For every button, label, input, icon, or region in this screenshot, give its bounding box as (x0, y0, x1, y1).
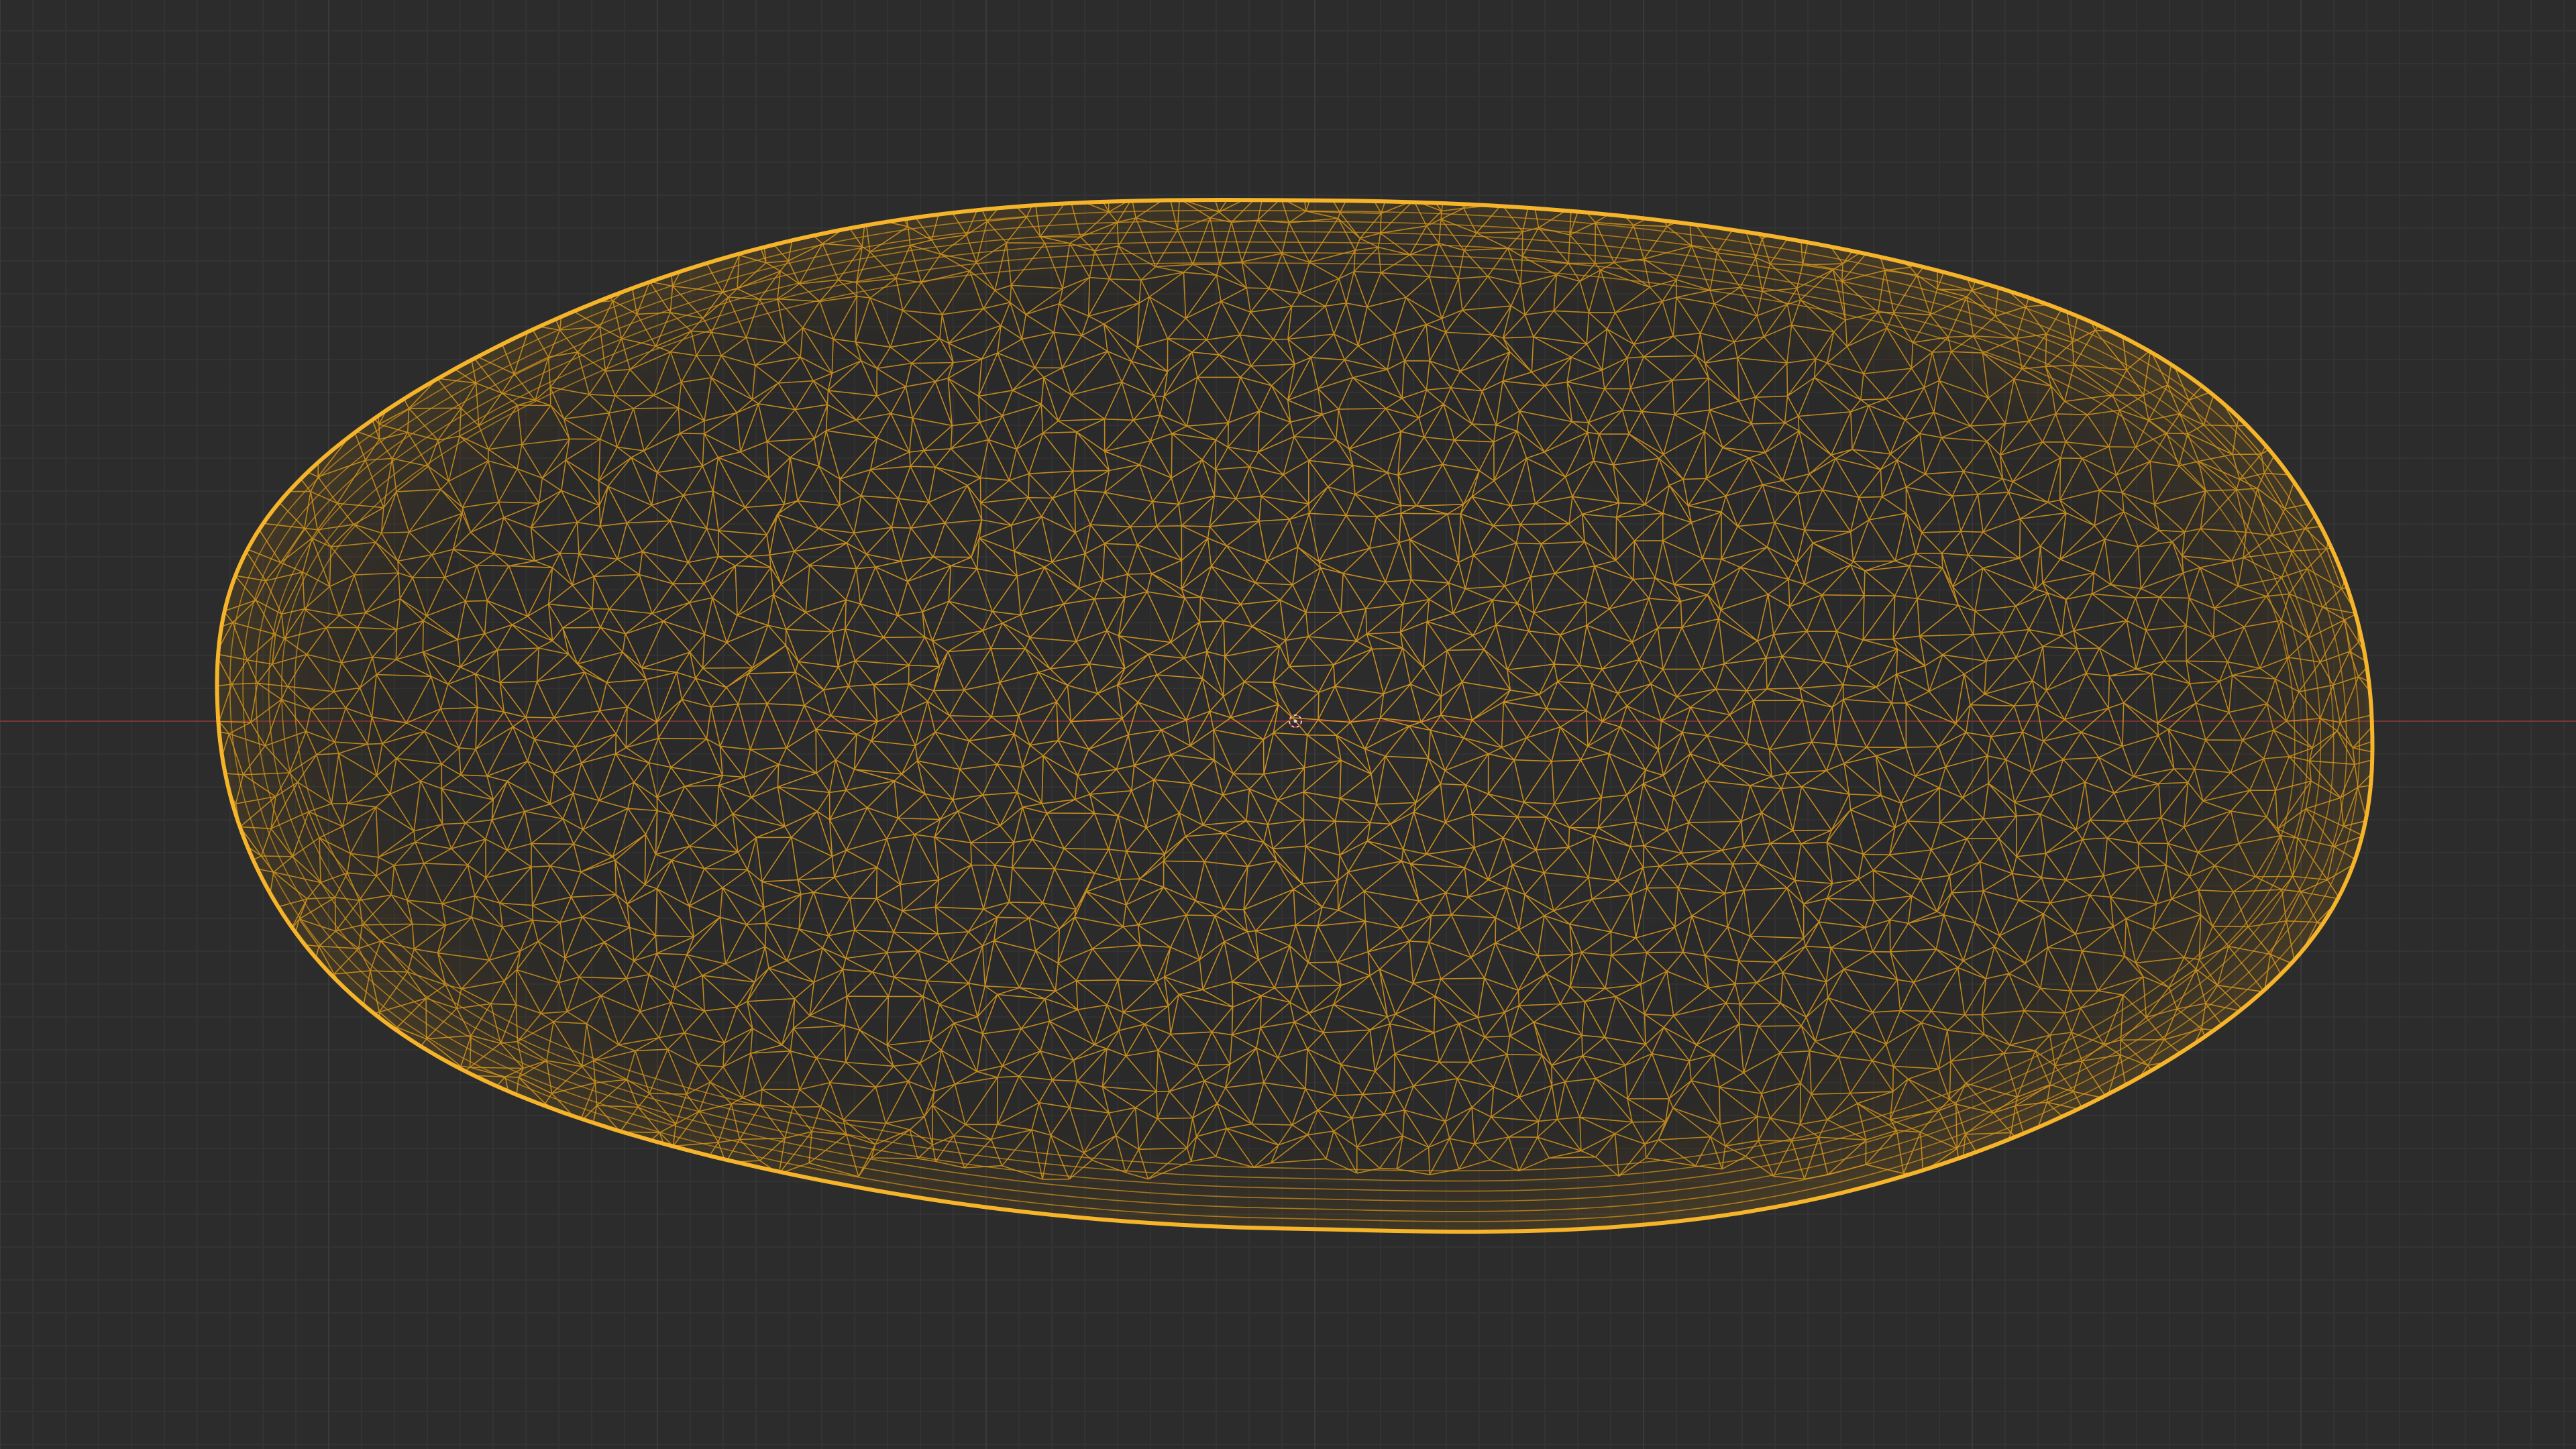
3d-cursor-icon[interactable] (0, 0, 2576, 1449)
3d-viewport[interactable] (0, 0, 2576, 1449)
